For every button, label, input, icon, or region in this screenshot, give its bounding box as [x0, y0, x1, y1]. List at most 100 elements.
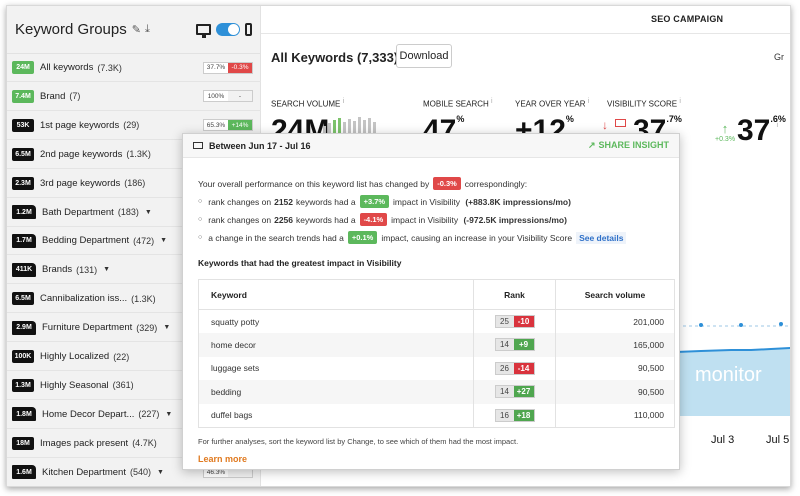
- group-name: Bedding Department: [42, 235, 130, 247]
- folder-icon: 1.7M: [12, 233, 36, 248]
- group-visibility-change: -: [228, 91, 252, 102]
- group-name: Cannibalization iss...: [40, 293, 128, 305]
- group-name: Images pack present: [40, 437, 129, 449]
- volume-cell: 201,000: [555, 309, 675, 333]
- folder-icon: 1.6M: [12, 465, 36, 480]
- caret-down-icon[interactable]: ▼: [163, 324, 170, 331]
- x-tick-1: Jul 3: [711, 434, 735, 446]
- rank-cell: 16 +18: [473, 403, 556, 427]
- bullet-icon: ○: [198, 198, 203, 205]
- rank-cell: 14 +9: [473, 333, 556, 357]
- impact-table: Keyword Rank Search volume squatty potty…: [198, 279, 675, 428]
- volume-cell: 90,500: [555, 380, 675, 404]
- app-window: Keyword Groups ✎ ⤓ 24M All keywords (7.3K)…: [6, 5, 791, 487]
- rank-value: 26: [495, 362, 514, 374]
- volume-badge: 7.4M: [12, 89, 34, 103]
- volume-badge: 100K: [12, 350, 34, 363]
- see-details-link[interactable]: See details: [576, 231, 627, 244]
- volume-badge: 24M: [12, 61, 34, 74]
- keyword-cell: squatty potty: [198, 309, 474, 333]
- group-count: (361): [112, 380, 134, 391]
- impact-pill: +0.1%: [347, 231, 378, 244]
- info-icon[interactable]: i: [776, 122, 778, 129]
- metric-label-visibility: VISIBILITY SCORE i: [607, 98, 681, 109]
- group-count: (186): [124, 178, 146, 189]
- download-icon[interactable]: ⤓: [145, 23, 150, 36]
- popup-header: Between Jun 17 - Jul 16 ↗ SHARE INSIGHT: [183, 134, 679, 158]
- volume-cell: 110,000: [555, 403, 675, 427]
- desktop-icon: [193, 142, 203, 149]
- group-name: Highly Seasonal: [40, 379, 109, 391]
- rank-cell: 26 -14: [473, 356, 556, 380]
- bullet-icon: ○: [198, 216, 203, 223]
- caret-down-icon[interactable]: ▼: [165, 411, 172, 418]
- date-range: Between Jun 17 - Jul 16: [209, 140, 311, 151]
- column-header-volume[interactable]: Search volume: [555, 279, 675, 310]
- group-count: (4.7K): [132, 438, 157, 449]
- mobile-visibility-delta: +0.3%: [715, 136, 736, 143]
- rank-value: 25: [495, 316, 514, 327]
- keyword-cell: bedding: [198, 380, 474, 404]
- table-row[interactable]: squatty potty 25 -10 201,000: [198, 309, 675, 333]
- share-icon: ↗: [587, 140, 596, 150]
- popup-footer-text: For further analyses, sort the keyword l…: [198, 437, 519, 446]
- volume-badge: 6.5M: [12, 292, 34, 306]
- keyword-cell: home decor: [198, 333, 474, 357]
- sidebar-header: Keyword Groups ✎ ⤓: [7, 6, 260, 54]
- group-count: (183): [117, 207, 139, 217]
- device-toggle: [196, 23, 252, 38]
- group-name: Brand: [40, 90, 66, 102]
- group-name: Kitchen Department: [42, 466, 126, 478]
- mobile-icon[interactable]: [245, 23, 252, 36]
- group-visibility-pct: 100%: [207, 92, 225, 100]
- keyword-cell: luggage sets: [198, 356, 474, 380]
- rank-delta: +27: [513, 386, 534, 398]
- share-insight-button[interactable]: ↗ SHARE INSIGHT: [588, 140, 669, 151]
- metric-value-mobile-visibility: 37.6%: [737, 114, 786, 147]
- caret-down-icon[interactable]: ▼: [103, 266, 110, 273]
- pencil-icon[interactable]: ✎: [132, 23, 141, 36]
- table-row[interactable]: bedding 14 +27 90,500: [198, 380, 675, 404]
- folder-icon: 411K: [12, 262, 36, 277]
- caret-down-icon[interactable]: ▼: [145, 209, 152, 216]
- watermark-text: monitor: [695, 364, 762, 386]
- insight-line-1: ○ rank changes on 2152 keywords had a +3.7…: [198, 195, 571, 208]
- sidebar-title: Keyword Groups: [15, 21, 127, 38]
- table-row[interactable]: home decor 14 +9 165,000: [198, 333, 675, 357]
- column-header-keyword[interactable]: Keyword: [198, 279, 474, 310]
- group-count: (472): [133, 235, 155, 246]
- top-bar: SEO CAMPAIGN: [261, 6, 790, 34]
- keyword-cell: duffel bags: [198, 403, 474, 427]
- volume-badge: 6.5M: [12, 147, 34, 161]
- volume-badge: 18M: [12, 436, 34, 450]
- up-arrow-icon: ↑: [721, 121, 729, 136]
- caret-down-icon[interactable]: ▼: [160, 237, 167, 244]
- learn-more-link[interactable]: Learn more: [198, 454, 247, 464]
- folder-icon: 2.9M: [12, 320, 36, 335]
- mobile-visibility-change: ↑ +0.3%: [715, 121, 735, 143]
- device-switch[interactable]: [216, 23, 240, 36]
- group-name: Highly Localized: [40, 351, 110, 362]
- folder-icon: 1.8M: [12, 407, 36, 422]
- sidebar-group-item[interactable]: 7.4M Brand (7) 100% -: [7, 83, 261, 111]
- rank-cell: 25 -10: [473, 309, 556, 333]
- rank-delta: -10: [513, 316, 534, 327]
- caret-down-icon[interactable]: ▼: [157, 469, 164, 476]
- group-visibility-pct: 37.7%: [206, 64, 226, 71]
- volume-badge: 53K: [12, 118, 34, 132]
- table-row[interactable]: duffel bags 16 +18 110,000: [198, 403, 675, 427]
- group-name: All keywords: [40, 62, 94, 73]
- desktop-icon[interactable]: [196, 24, 211, 38]
- group-count: (329): [136, 322, 158, 333]
- column-header-rank[interactable]: Rank: [473, 279, 556, 310]
- x-tick-2: Jul 5: [766, 434, 790, 446]
- rank-cell: 14 +27: [473, 380, 556, 404]
- group-name: 1st page keywords: [40, 119, 120, 131]
- table-title: Keywords that had the greatest impact in…: [198, 258, 402, 268]
- table-row[interactable]: luggage sets 26 -14 90,500: [198, 356, 675, 380]
- sidebar-group-item[interactable]: 24M All keywords (7.3K) 37.7% -0.3%: [7, 54, 261, 82]
- rank-delta: +18: [513, 409, 534, 421]
- group-count: (227): [138, 409, 160, 420]
- download-button[interactable]: Download: [396, 44, 452, 68]
- group-name: Furniture Department: [42, 322, 133, 334]
